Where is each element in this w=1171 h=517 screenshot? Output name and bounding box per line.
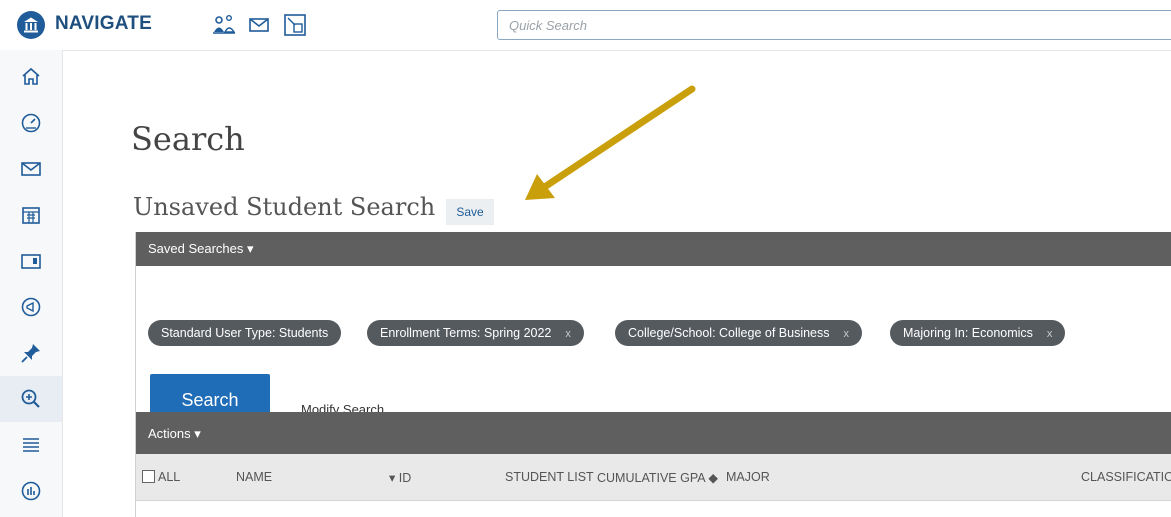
actions-dropdown[interactable]: Actions ▾ (148, 426, 201, 442)
column-cumulative-gpa[interactable]: CUMULATIVE GPA ◆ (597, 470, 718, 485)
app-name[interactable]: NAVIGATE (55, 13, 152, 35)
remove-filter-icon[interactable]: x (565, 328, 571, 340)
remove-filter-icon[interactable]: x (844, 328, 850, 340)
filter-chip[interactable]: College/School: College of Business x (615, 320, 863, 346)
results-header-row: ALL NAME ▾ ID STUDENT LIST CUMULATIVE GP… (136, 454, 1171, 501)
sidebar-item-lists[interactable] (0, 422, 62, 468)
column-id[interactable]: ▾ ID (389, 470, 411, 485)
filter-chip[interactable]: Standard User Type: Students (148, 320, 342, 346)
top-bar: NAVIGATE (0, 0, 1171, 51)
analytics-icon (21, 481, 41, 501)
folder-icon (21, 254, 41, 269)
megaphone-icon (21, 297, 41, 317)
page-title: Search (131, 120, 245, 158)
home-icon (22, 67, 40, 85)
column-student-list[interactable]: STUDENT LIST (505, 470, 594, 484)
select-all-label: ALL (158, 470, 181, 484)
sidebar-item-analytics[interactable] (0, 468, 62, 514)
logo-icon[interactable] (17, 11, 45, 39)
filter-chip-label: Majoring In: Economics (903, 326, 1033, 340)
filter-chip[interactable]: Enrollment Terms: Spring 2022 x (367, 320, 584, 346)
checkbox-icon[interactable] (142, 470, 155, 483)
column-name[interactable]: NAME (236, 470, 272, 484)
calendar-icon (22, 207, 40, 224)
sidebar-item-search[interactable] (0, 376, 62, 422)
annotation-arrow-icon (525, 85, 696, 200)
column-major[interactable]: MAJOR (726, 470, 770, 484)
sidebar-item-home[interactable] (0, 54, 62, 100)
quick-search-input[interactable] (497, 10, 1171, 40)
sidebar-item-calendar[interactable] (0, 192, 62, 238)
filter-chip-label: Standard User Type: Students (161, 326, 329, 340)
select-all[interactable]: ALL (142, 470, 180, 484)
advising-icon[interactable] (211, 12, 237, 38)
sidebar-item-pins[interactable] (0, 330, 62, 376)
actions-bar: Actions ▾ (136, 412, 1171, 454)
filter-chip-label: Enrollment Terms: Spring 2022 (380, 326, 552, 340)
remove-filter-icon[interactable]: x (1047, 328, 1053, 340)
search-plus-icon (21, 389, 40, 408)
sidebar-item-dashboard[interactable] (0, 100, 62, 146)
search-panel: Saved Searches ▾ Standard User Type: Stu… (135, 232, 1171, 517)
pin-icon (21, 344, 40, 363)
sidebar (0, 50, 63, 517)
filter-chip-label: College/School: College of Business (628, 326, 830, 340)
dashboard-icon (21, 113, 41, 133)
sidebar-item-campaigns[interactable] (0, 284, 62, 330)
column-classification[interactable]: CLASSIFICATION (1081, 470, 1171, 484)
sidebar-item-reports[interactable] (0, 238, 62, 284)
saved-searches-dropdown[interactable]: Saved Searches ▾ (148, 241, 254, 257)
mail-icon[interactable] (246, 12, 272, 38)
list-icon (23, 438, 39, 452)
search-name-heading: Unsaved Student Search (133, 193, 436, 221)
sidebar-item-messages[interactable] (0, 146, 62, 192)
saved-searches-bar: Saved Searches ▾ (136, 232, 1171, 266)
mail-icon (21, 162, 41, 176)
workflow-icon[interactable] (282, 12, 308, 38)
filter-chip[interactable]: Majoring In: Economics x (890, 320, 1066, 346)
save-button[interactable]: Save (446, 199, 494, 225)
